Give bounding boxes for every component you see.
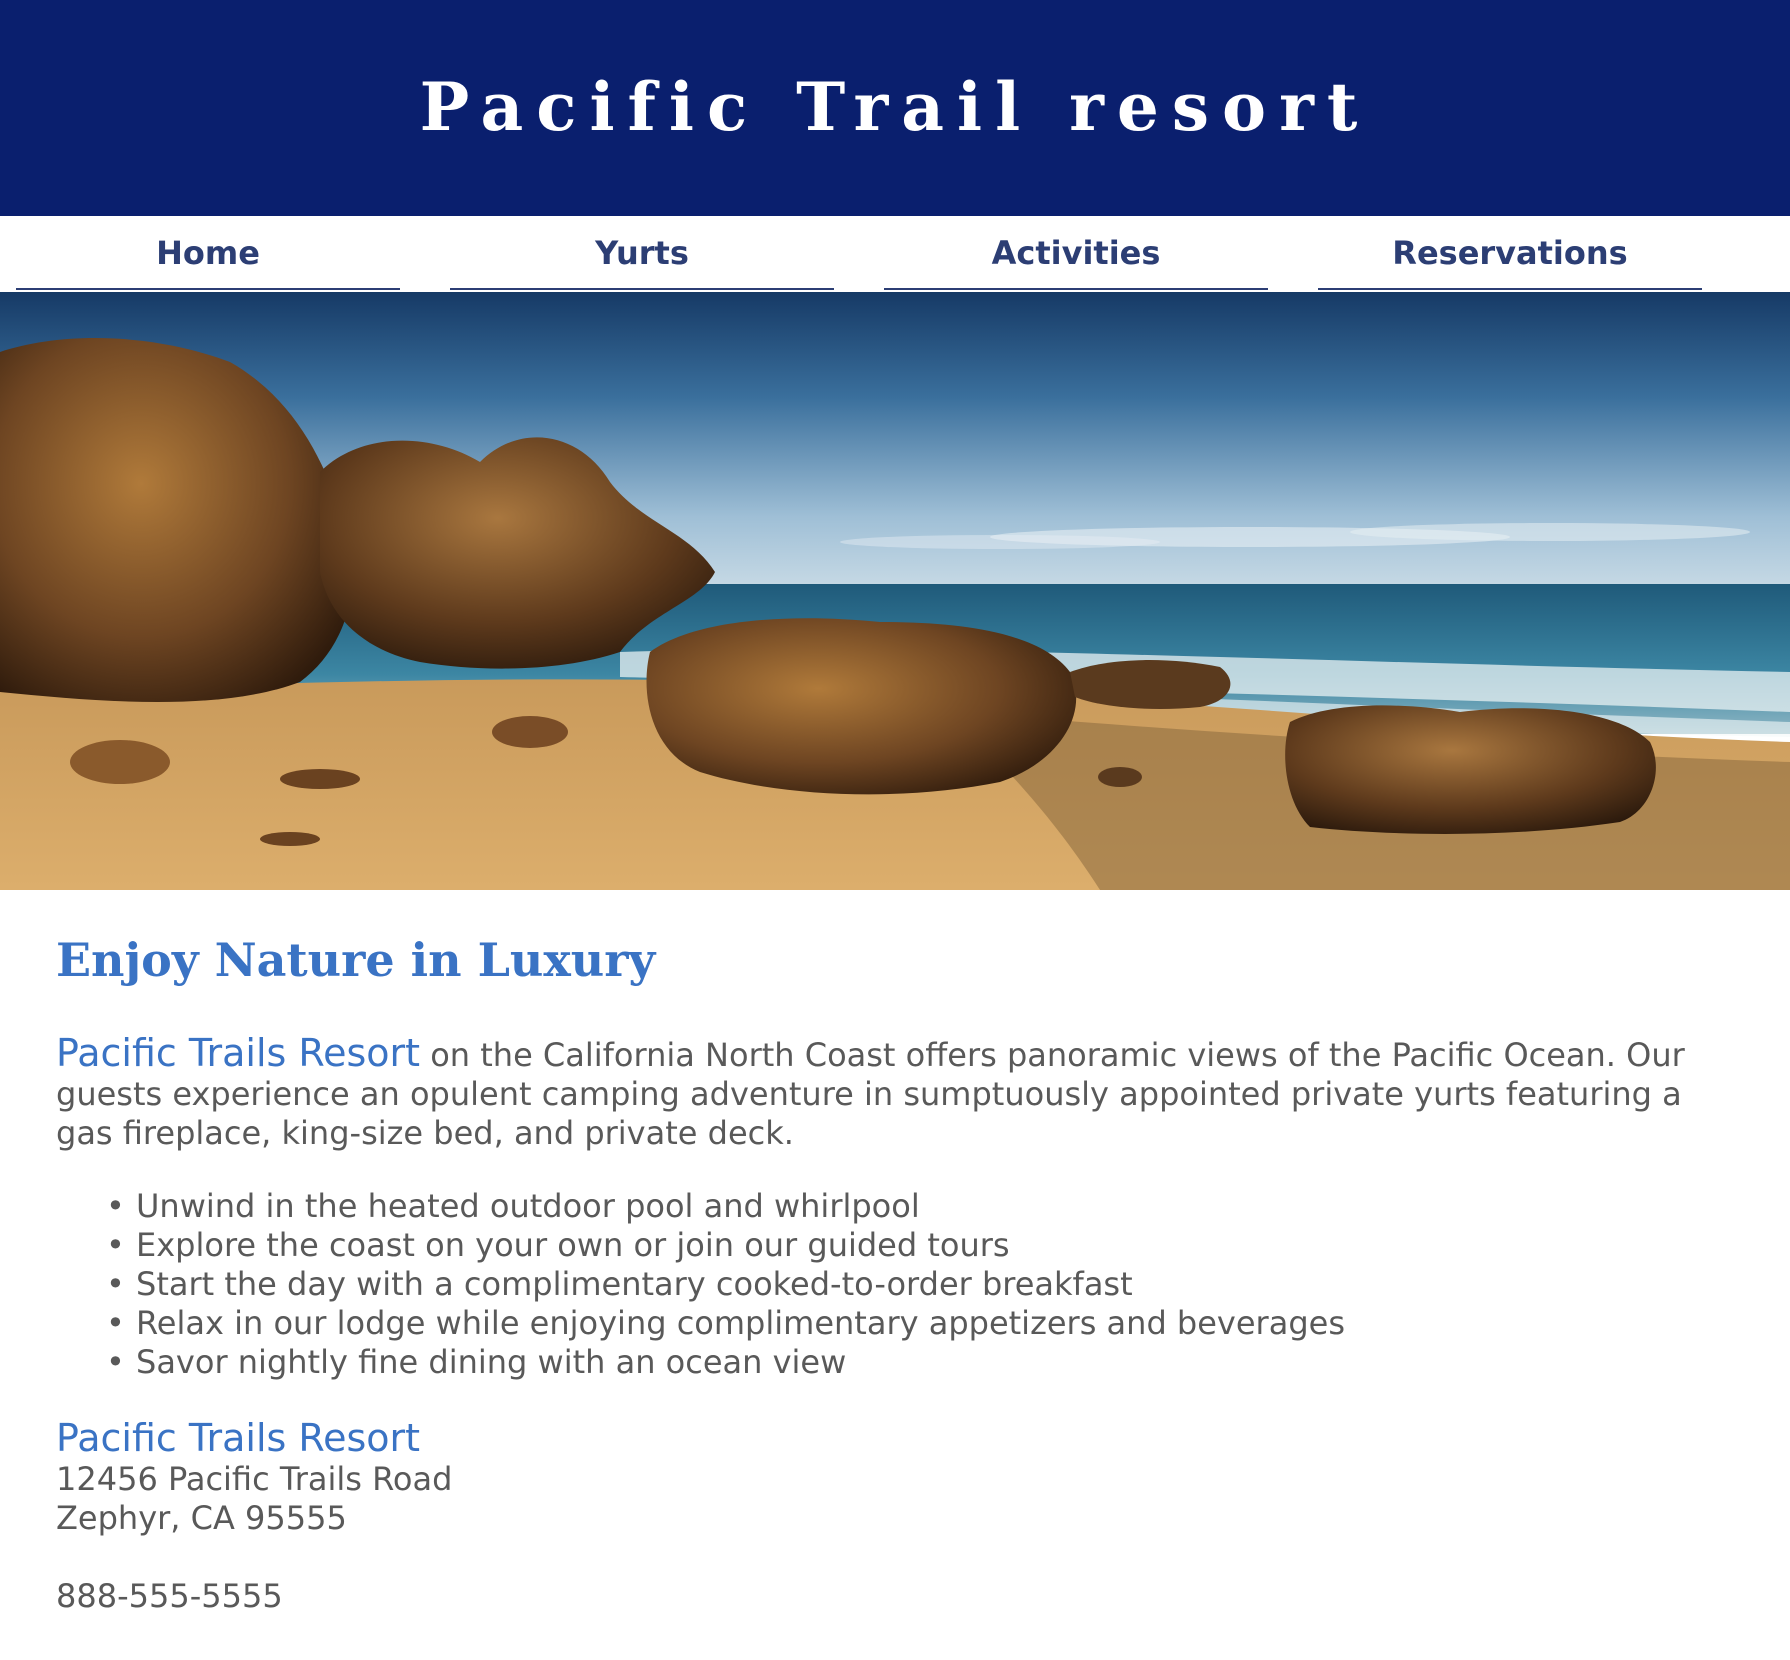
contact-name: Pacific Trails Resort (56, 1416, 421, 1460)
intro-paragraph: Pacific Trails Resort on the California … (56, 1034, 1746, 1153)
feature-item: Explore the coast on your own or join ou… (106, 1226, 1746, 1265)
intro-brand: Pacific Trails Resort (56, 1031, 421, 1075)
contact-phone: 888-555-5555 (56, 1577, 283, 1615)
site-title: Pacific Trail resort (419, 68, 1371, 146)
coastal-rocks-illustration (0, 292, 1790, 890)
contact-address: Pacific Trails Resort 12456 Pacific Trai… (56, 1416, 1746, 1616)
feature-item: Start the day with a complimentary cooke… (106, 1265, 1746, 1304)
main-nav: Home Yurts Activities Reservations (0, 216, 1790, 292)
contact-street: 12456 Pacific Trails Road (56, 1460, 453, 1498)
page-heading: Enjoy Nature in Luxury (56, 933, 656, 987)
feature-item: Unwind in the heated outdoor pool and wh… (106, 1187, 1746, 1226)
nav-reservations[interactable]: Reservations (1318, 216, 1702, 290)
nav-activities[interactable]: Activities (884, 216, 1268, 290)
hero-image (0, 292, 1790, 890)
main-content: Enjoy Nature in Luxury Pacific Trails Re… (56, 900, 1746, 1616)
header-banner: Pacific Trail resort (0, 0, 1790, 216)
feature-item: Relax in our lodge while enjoying compli… (106, 1304, 1746, 1343)
feature-item: Savor nightly fine dining with an ocean … (106, 1343, 1746, 1382)
nav-home[interactable]: Home (16, 216, 400, 290)
nav-yurts[interactable]: Yurts (450, 216, 834, 290)
feature-list: Unwind in the heated outdoor pool and wh… (56, 1187, 1746, 1382)
contact-city: Zephyr, CA 95555 (56, 1499, 347, 1537)
